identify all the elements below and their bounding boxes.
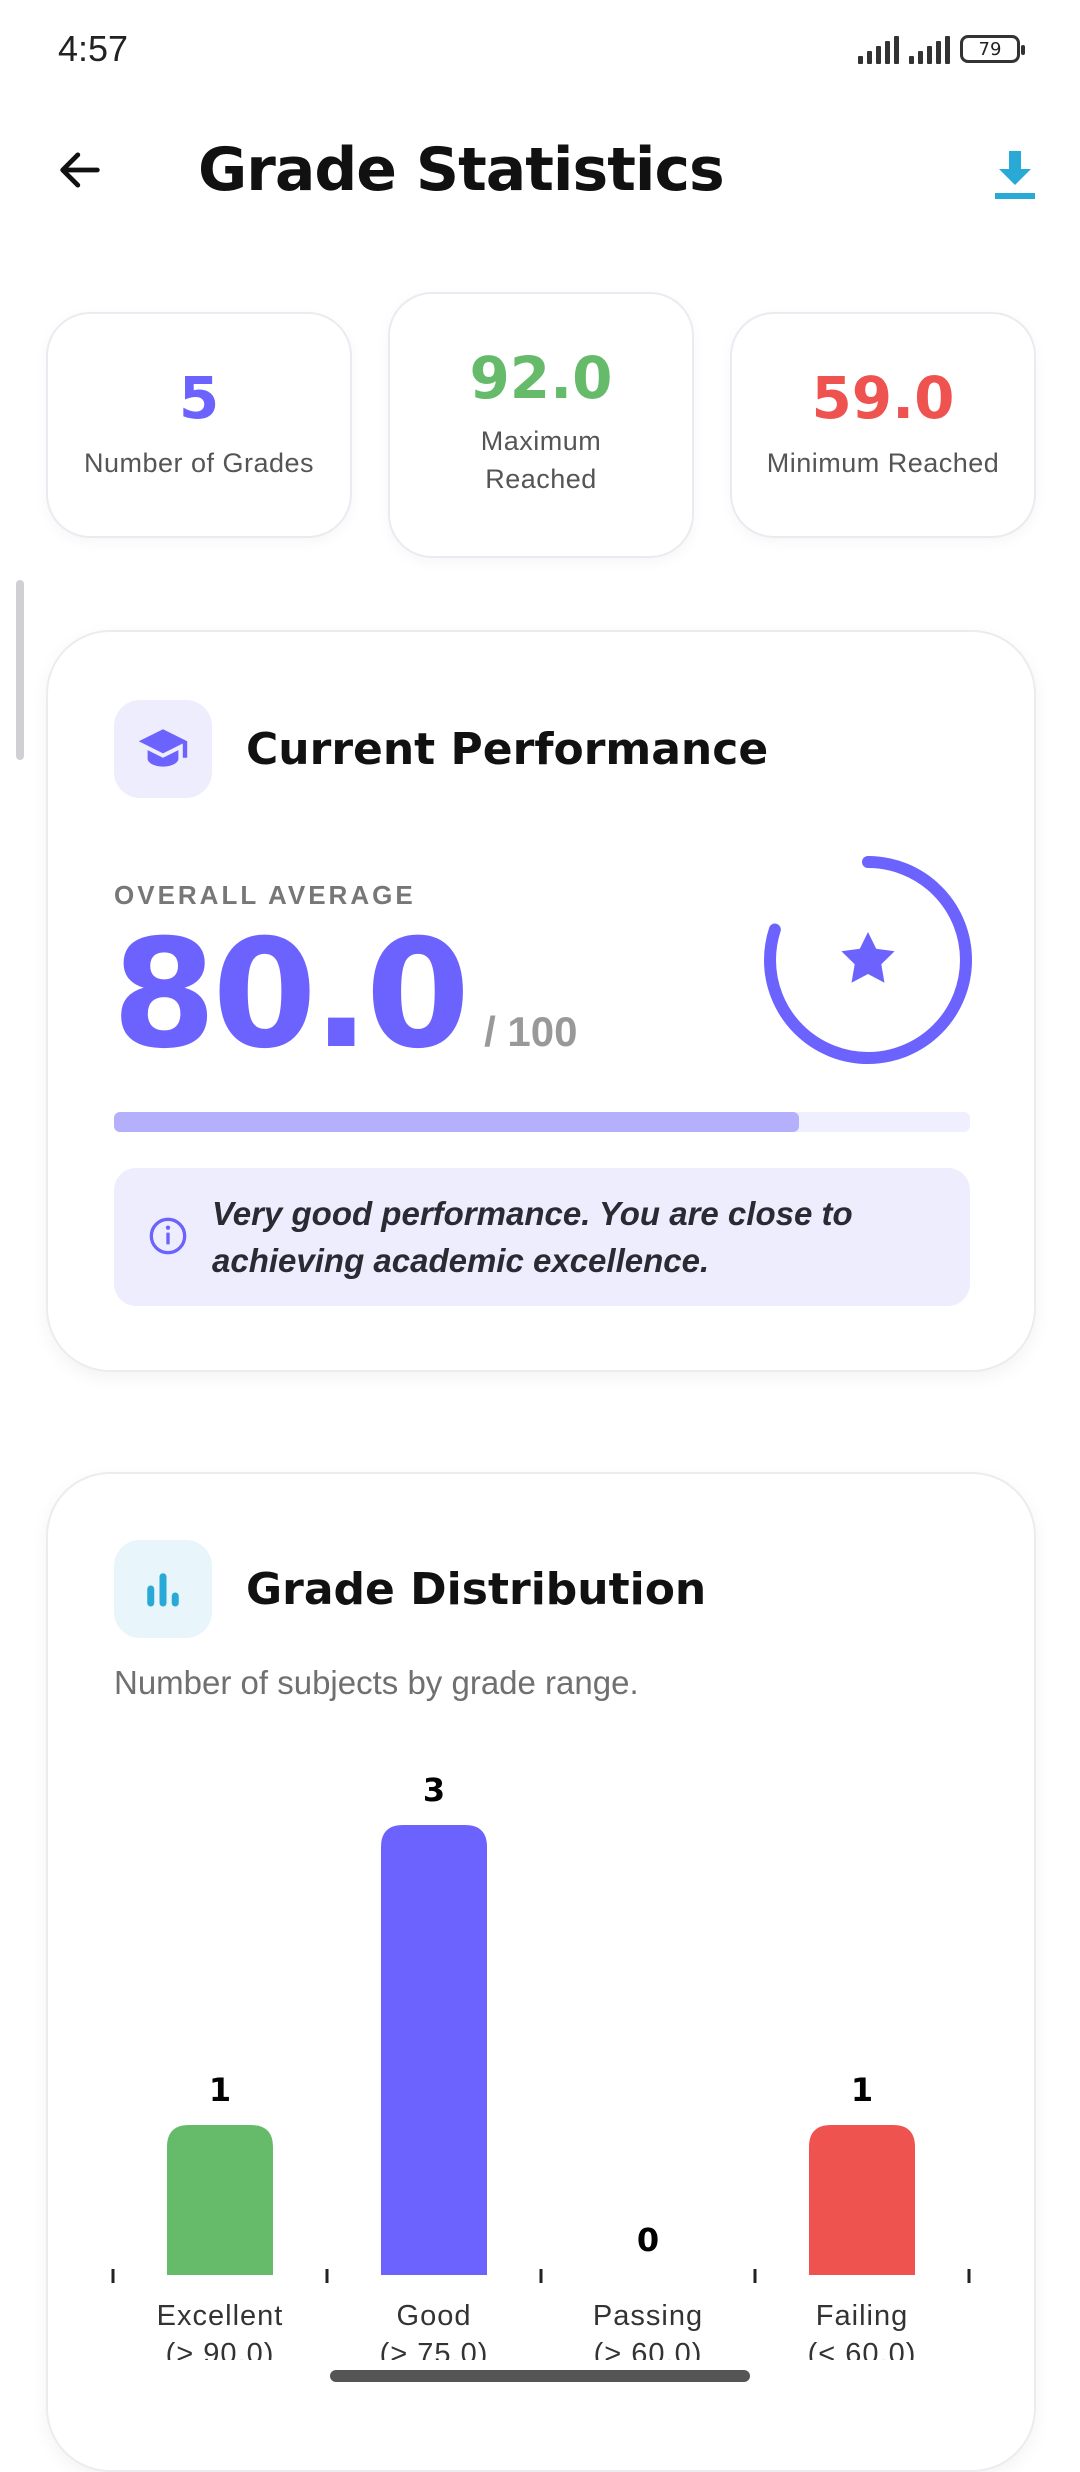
signal-icon — [909, 34, 950, 64]
overall-average-label: OVERALL AVERAGE — [114, 880, 416, 910]
page-title: Grade Statistics — [198, 135, 725, 205]
stat-label: Maximum — [480, 426, 602, 456]
stat-label: Minimum Reached — [766, 448, 1000, 478]
performance-icon-box — [114, 700, 212, 798]
category-label: Good — [397, 2300, 472, 2332]
graduation-cap-icon — [138, 729, 188, 767]
signal-icon — [858, 34, 899, 64]
performance-info-box: Very good performance. You are close to … — [114, 1168, 970, 1306]
performance-card: Current Performance OVERALL AVERAGE 80.0… — [46, 630, 1036, 1372]
battery-level: 79 — [978, 38, 1002, 60]
performance-progress-bar — [114, 1112, 970, 1132]
stat-value: 59.0 — [811, 364, 955, 432]
stat-card-maximum: 92.0 Maximum Reached — [388, 292, 694, 558]
performance-ring — [764, 856, 972, 1064]
category-label: Failing — [816, 2300, 908, 2332]
info-line: achieving academic excellence. — [212, 1242, 710, 1279]
distribution-title: Grade Distribution — [246, 1564, 707, 1615]
stat-card-count: 5 Number of Grades — [46, 312, 352, 538]
bar-value-label: 0 — [637, 2221, 659, 2259]
bar-value-label: 1 — [851, 2071, 873, 2109]
back-button[interactable] — [40, 130, 120, 210]
status-time: 4:57 — [58, 28, 129, 69]
stat-label: Reached — [485, 464, 597, 494]
download-button[interactable] — [975, 140, 1055, 210]
performance-title: Current Performance — [246, 724, 769, 775]
category-range-label: (< 60.0) — [808, 2338, 917, 2360]
category-label: Excellent — [157, 2300, 284, 2332]
stat-card-minimum: 59.0 Minimum Reached — [730, 312, 1036, 538]
performance-info-text: Very good performance. You are close to … — [212, 1190, 853, 1284]
distribution-subtitle: Number of subjects by grade range. — [114, 1664, 639, 1701]
category-range-label: (> 60.0) — [594, 2338, 703, 2360]
info-line: Very good performance. You are close to — [212, 1195, 853, 1232]
status-icons: 79 — [858, 34, 1025, 64]
stat-value: 5 — [178, 364, 220, 432]
bar-chart-icon — [147, 1573, 179, 1607]
stat-label: Number of Grades — [83, 448, 315, 478]
scrollbar[interactable] — [16, 580, 24, 760]
category-range-label: (> 75.0) — [380, 2338, 489, 2360]
bar-excellent[interactable] — [167, 2125, 273, 2275]
category-label: Passing — [593, 2300, 703, 2332]
battery-icon: 79 — [960, 35, 1025, 63]
arrow-left-icon — [60, 152, 100, 188]
info-icon — [149, 1217, 187, 1255]
overall-average-max: / 100 — [484, 1008, 578, 1055]
stat-value: 92.0 — [469, 344, 613, 412]
overall-average-value: 80.0 — [112, 908, 470, 1082]
bar-good[interactable] — [381, 1825, 487, 2275]
bar-value-label: 1 — [209, 2071, 231, 2109]
star-icon — [841, 932, 895, 983]
bar-failing[interactable] — [809, 2125, 915, 2275]
home-indicator[interactable] — [330, 2370, 750, 2382]
category-range-label: (> 90.0) — [166, 2338, 275, 2360]
bar-value-label: 3 — [423, 1771, 445, 1809]
distribution-icon-box — [114, 1540, 212, 1638]
download-icon — [995, 151, 1035, 199]
performance-progress-fill — [114, 1112, 799, 1132]
grade-distribution-chart: 1 Excellent (> 90.0) 3 Good (> 75.0) 0 Passing (… — [111, 1771, 971, 2360]
overall-average: 80.0 / 100 — [112, 920, 578, 1070]
